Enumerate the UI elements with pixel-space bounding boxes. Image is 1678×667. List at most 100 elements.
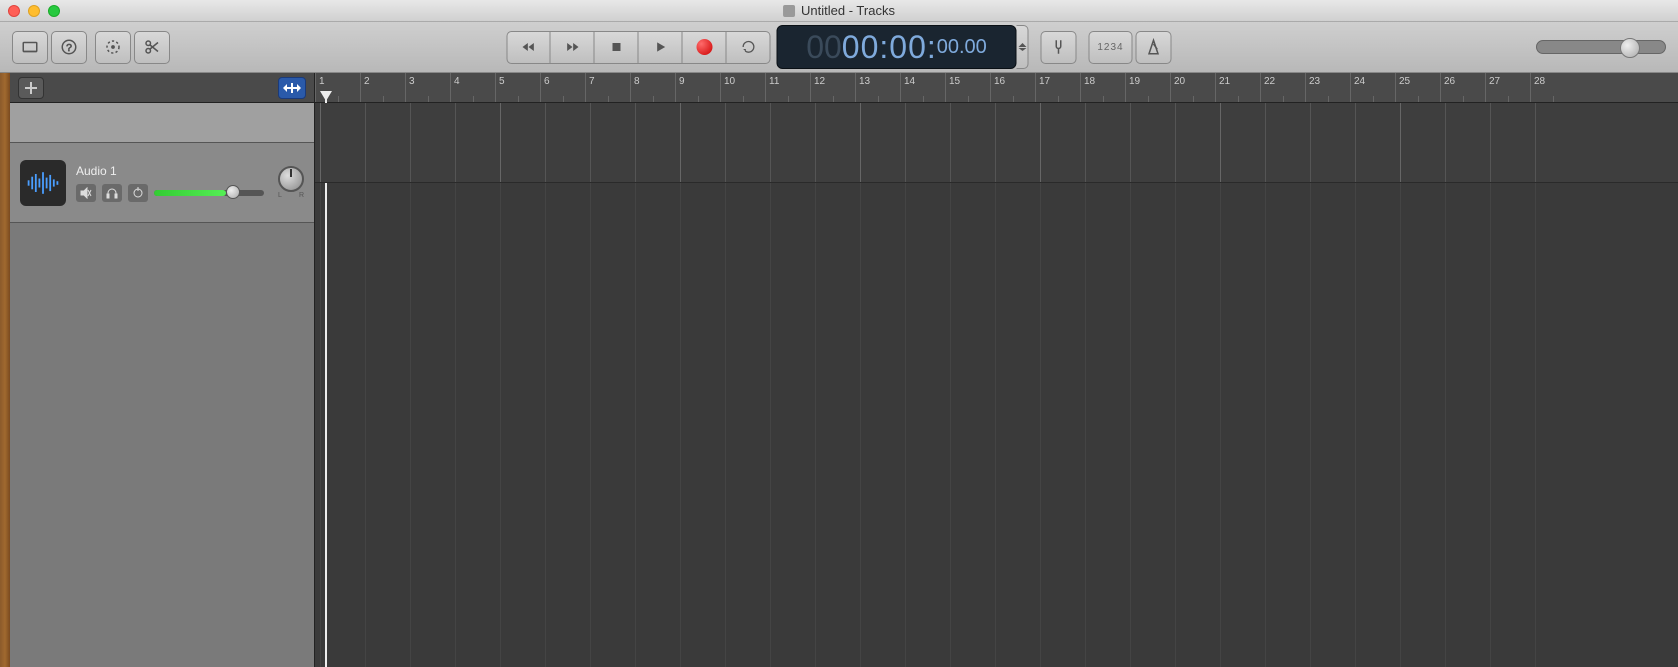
count-in-label: 1234 — [1097, 42, 1123, 53]
ruler-bar[interactable]: 7 — [585, 73, 630, 102]
ruler-bar-number: 5 — [499, 76, 505, 87]
help-icon: ? — [60, 38, 78, 56]
play-button[interactable] — [639, 31, 683, 64]
play-icon — [652, 39, 668, 55]
track-type-icon[interactable] — [20, 160, 66, 206]
ruler-bar[interactable]: 2 — [360, 73, 405, 102]
window-titlebar: Untitled - Tracks — [0, 0, 1678, 22]
track-header-config-button[interactable] — [278, 77, 306, 99]
ruler-bar[interactable]: 6 — [540, 73, 585, 102]
ruler-bar[interactable]: 26 — [1440, 73, 1485, 102]
ruler-bar-number: 14 — [904, 76, 915, 87]
workspace: Audio 1 — [0, 73, 1678, 667]
window-title: Untitled - Tracks — [783, 3, 895, 18]
ruler-bar-number: 19 — [1129, 76, 1140, 87]
track-row[interactable]: Audio 1 — [10, 143, 314, 223]
rewind-button[interactable] — [507, 31, 551, 64]
ruler-bar-number: 2 — [364, 76, 370, 87]
ruler-bar[interactable]: 3 — [405, 73, 450, 102]
minimize-window-button[interactable] — [28, 5, 40, 17]
ruler-bar[interactable]: 17 — [1035, 73, 1080, 102]
arrange-track-lane[interactable] — [315, 103, 1678, 183]
input-icon — [132, 187, 144, 199]
ruler-bar[interactable]: 18 — [1080, 73, 1125, 102]
rewind-icon — [521, 39, 537, 55]
count-in-button[interactable]: 1234 — [1089, 31, 1133, 64]
wood-side — [0, 73, 10, 667]
tuner-button[interactable] — [1041, 31, 1077, 64]
add-track-button[interactable] — [18, 77, 44, 99]
cycle-button[interactable] — [727, 31, 771, 64]
quick-help-button[interactable]: ? — [51, 31, 87, 64]
stop-button[interactable] — [595, 31, 639, 64]
ruler-bar[interactable]: 24 — [1350, 73, 1395, 102]
main-toolbar: ? — [0, 22, 1678, 73]
ruler-bar[interactable]: 28 — [1530, 73, 1575, 102]
ruler-bar-number: 22 — [1264, 76, 1275, 87]
ruler-bar[interactable]: 11 — [765, 73, 810, 102]
ruler-bar[interactable]: 19 — [1125, 73, 1170, 102]
ruler-bar-number: 11 — [769, 76, 779, 87]
editors-button[interactable] — [134, 31, 170, 64]
ruler-bar[interactable]: 14 — [900, 73, 945, 102]
lcd-display[interactable]: 00 00:00: 00.00 — [777, 25, 1017, 69]
ruler-bar-number: 21 — [1219, 76, 1230, 87]
ruler-bar[interactable]: 27 — [1485, 73, 1530, 102]
input-monitor-button[interactable] — [128, 184, 148, 202]
ruler-bar[interactable]: 16 — [990, 73, 1035, 102]
ruler-bar[interactable]: 8 — [630, 73, 675, 102]
timeline-ruler[interactable]: 1234567891011121314151617181920212223242… — [315, 73, 1678, 103]
ruler-bar[interactable]: 23 — [1305, 73, 1350, 102]
record-button[interactable] — [683, 31, 727, 64]
ruler-bar[interactable]: 13 — [855, 73, 900, 102]
document-icon — [783, 5, 795, 17]
pan-right-label: R — [299, 192, 304, 199]
ruler-bar-number: 16 — [994, 76, 1005, 87]
sliders-icon — [283, 82, 301, 94]
ruler-bar-number: 3 — [409, 76, 415, 87]
ruler-bar[interactable]: 20 — [1170, 73, 1215, 102]
mute-icon — [80, 187, 92, 199]
ruler-bar[interactable]: 1 — [315, 73, 360, 102]
ruler-bar[interactable]: 9 — [675, 73, 720, 102]
track-name-label[interactable]: Audio 1 — [76, 164, 268, 178]
close-window-button[interactable] — [8, 5, 20, 17]
tracks-panel: Audio 1 — [10, 73, 315, 667]
zoom-window-button[interactable] — [48, 5, 60, 17]
solo-button[interactable] — [102, 184, 122, 202]
ruler-bar-number: 4 — [454, 76, 460, 87]
library-button[interactable] — [12, 31, 48, 64]
track-volume-slider[interactable] — [154, 190, 264, 196]
metronome-button[interactable] — [1136, 31, 1172, 64]
ruler-bar[interactable]: 25 — [1395, 73, 1440, 102]
lcd-time: 00:00: — [842, 29, 937, 66]
ruler-bar[interactable]: 10 — [720, 73, 765, 102]
ruler-bar[interactable]: 15 — [945, 73, 990, 102]
ruler-bar[interactable]: 22 — [1260, 73, 1305, 102]
smart-controls-button[interactable] — [95, 31, 131, 64]
forward-button[interactable] — [551, 31, 595, 64]
arrange-empty-area[interactable] — [315, 183, 1678, 667]
lcd-mode-selector[interactable] — [1017, 25, 1029, 69]
ruler-bar-number: 8 — [634, 76, 640, 87]
ruler-bar-number: 10 — [724, 76, 735, 87]
ruler-bar[interactable]: 12 — [810, 73, 855, 102]
ruler-bar-number: 20 — [1174, 76, 1185, 87]
lcd-sub: 00.00 — [937, 36, 987, 59]
pan-labels: L R — [278, 192, 304, 199]
ruler-bar-number: 26 — [1444, 76, 1455, 87]
track-volume-thumb[interactable] — [226, 185, 240, 199]
pan-left-label: L — [278, 192, 282, 199]
arrange-area[interactable]: 1234567891011121314151617181920212223242… — [315, 73, 1678, 667]
master-volume-thumb[interactable] — [1620, 38, 1640, 58]
tuning-fork-icon — [1050, 38, 1068, 56]
window-title-text: Untitled - Tracks — [801, 3, 895, 18]
ruler-bar[interactable]: 4 — [450, 73, 495, 102]
master-volume-slider[interactable] — [1536, 40, 1666, 54]
pan-knob[interactable] — [278, 166, 304, 192]
ruler-bar-number: 6 — [544, 76, 550, 87]
cycle-icon — [740, 39, 756, 55]
mute-button[interactable] — [76, 184, 96, 202]
ruler-bar[interactable]: 21 — [1215, 73, 1260, 102]
ruler-bar[interactable]: 5 — [495, 73, 540, 102]
